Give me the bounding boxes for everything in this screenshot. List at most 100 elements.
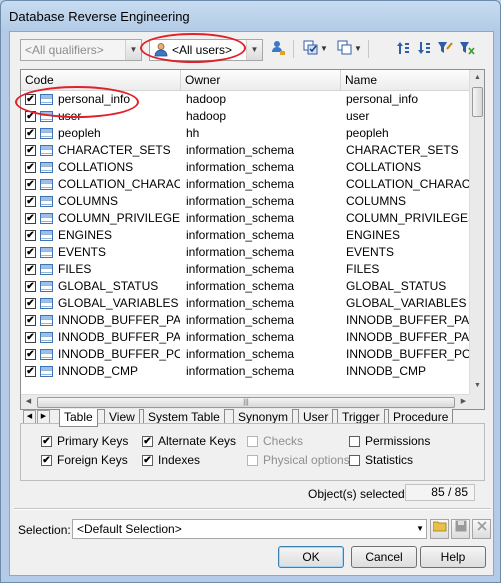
selection-combo[interactable]: <Default Selection> ▼ — [72, 519, 427, 539]
column-header-owner[interactable]: Owner — [181, 70, 341, 91]
checkbox[interactable]: ✔ — [142, 436, 153, 447]
table-icon — [40, 315, 53, 326]
row-checkbox[interactable]: ✔ — [25, 94, 36, 105]
checkbox[interactable]: ✔ — [41, 455, 52, 466]
table-row[interactable]: ✔ COLUMNS information_schema COLUMNS — [21, 193, 471, 210]
table-row[interactable]: ✔ EVENTS information_schema EVENTS — [21, 244, 471, 261]
cell-code: GLOBAL_STATUS — [58, 279, 159, 293]
chevron-down-icon[interactable]: ▼ — [125, 40, 141, 60]
row-checkbox[interactable]: ✔ — [25, 162, 36, 173]
table-row[interactable]: ✔ GLOBAL_STATUS information_schema GLOBAL_S… — [21, 278, 471, 295]
clear-filter-icon[interactable] — [458, 40, 476, 58]
row-checkbox[interactable]: ✔ — [25, 349, 36, 360]
table-row[interactable]: ✔ ENGINES information_schema ENGINES — [21, 227, 471, 244]
cell-owner: information_schema — [186, 330, 295, 344]
table-row[interactable]: ✔ INNODB_BUFFER_PA... information_schema IN… — [21, 312, 471, 329]
scroll-down-icon[interactable]: ▼ — [470, 378, 484, 394]
cell-owner: information_schema — [186, 245, 295, 259]
table-row[interactable]: ✔ INNODB_BUFFER_PA... information_schema IN… — [21, 329, 471, 346]
cell-owner: information_schema — [186, 262, 295, 276]
table-row[interactable]: ✔ COLLATIONS information_schema COLLATIONS — [21, 159, 471, 176]
table-row[interactable]: ✔ peopleh hh peopleh — [21, 125, 471, 142]
table-icon — [40, 128, 53, 139]
scroll-up-icon[interactable]: ▲ — [470, 70, 484, 86]
chevron-down-icon[interactable]: ▼ — [416, 520, 424, 538]
column-header-code[interactable]: Code — [21, 70, 181, 91]
window-title: Database Reverse Engineering — [9, 9, 190, 24]
cell-owner: information_schema — [186, 177, 295, 191]
checkbox[interactable] — [349, 455, 360, 466]
selection-label: Selection: — [18, 523, 71, 537]
cell-name: ENGINES — [346, 228, 401, 242]
table-row[interactable]: ✔ user hadoop user — [21, 108, 471, 125]
row-checkbox[interactable]: ✔ — [25, 247, 36, 258]
qualifier-combo[interactable]: <All qualifiers> ▼ — [20, 39, 142, 61]
table-row[interactable]: ✔ CHARACTER_SETS information_schema CHARACT… — [21, 142, 471, 159]
cell-code: EVENTS — [58, 245, 107, 259]
table-row[interactable]: ✔ GLOBAL_VARIABLES information_schema GLOBA… — [21, 295, 471, 312]
cell-owner: information_schema — [186, 313, 295, 327]
row-checkbox[interactable]: ✔ — [25, 298, 36, 309]
horizontal-scrollbar[interactable]: ◀ ||| ▶ — [21, 394, 471, 409]
row-checkbox[interactable]: ✔ — [25, 196, 36, 207]
select-user-icon[interactable] — [269, 40, 287, 58]
scroll-thumb[interactable]: ||| — [37, 397, 455, 408]
scroll-left-icon[interactable]: ◀ — [21, 394, 36, 409]
row-checkbox[interactable]: ✔ — [25, 281, 36, 292]
save-icon[interactable] — [451, 519, 470, 539]
table-icon — [40, 230, 53, 241]
object-grid[interactable]: Code Owner Name ✔ personal_info hadoop pers… — [20, 69, 485, 410]
chevron-down-icon[interactable]: ▼ — [354, 40, 362, 58]
option-label: Foreign Keys — [57, 453, 128, 467]
row-checkbox[interactable]: ✔ — [25, 213, 36, 224]
table-row[interactable]: ✔ personal_info hadoop personal_info — [21, 91, 471, 108]
checkbox[interactable] — [349, 436, 360, 447]
tab-scroll-left-icon[interactable]: ◀ — [23, 410, 36, 424]
table-row[interactable]: ✔ COLUMN_PRIVILEGES information_schema COLU… — [21, 210, 471, 227]
qualifier-combo-value: <All qualifiers> — [25, 43, 104, 57]
row-checkbox[interactable]: ✔ — [25, 179, 36, 190]
filter-icon[interactable] — [436, 40, 454, 58]
row-checkbox[interactable]: ✔ — [25, 366, 36, 377]
move-down-icon[interactable] — [415, 40, 433, 58]
table-icon — [40, 213, 53, 224]
checkbox[interactable]: ✔ — [41, 436, 52, 447]
chevron-down-icon[interactable]: ▼ — [320, 40, 328, 58]
delete-icon[interactable] — [472, 519, 491, 539]
scroll-thumb[interactable] — [472, 87, 483, 117]
cell-code: CHARACTER_SETS — [58, 143, 171, 157]
cell-owner: information_schema — [186, 364, 295, 378]
row-checkbox[interactable]: ✔ — [25, 128, 36, 139]
cancel-button[interactable]: Cancel — [351, 546, 417, 568]
row-checkbox[interactable]: ✔ — [25, 264, 36, 275]
cell-name: COLLATIONS — [346, 160, 422, 174]
row-checkbox[interactable]: ✔ — [25, 111, 36, 122]
help-button[interactable]: Help — [420, 546, 486, 568]
chevron-down-icon[interactable]: ▼ — [246, 40, 262, 60]
cell-owner: information_schema — [186, 296, 295, 310]
ok-button[interactable]: OK — [278, 546, 344, 568]
vertical-scrollbar[interactable]: ▲ ▼ — [469, 70, 484, 394]
row-checkbox[interactable]: ✔ — [25, 332, 36, 343]
cell-owner: information_schema — [186, 211, 295, 225]
move-up-icon[interactable] — [394, 40, 412, 58]
open-folder-icon[interactable] — [430, 519, 449, 539]
scrollbar-corner — [469, 394, 484, 409]
tab-scroll-right-icon[interactable]: ▶ — [37, 410, 50, 424]
column-header-name[interactable]: Name — [341, 70, 471, 91]
checkbox[interactable]: ✔ — [142, 455, 153, 466]
tab-table[interactable]: Table — [59, 409, 98, 427]
deselect-all-icon[interactable] — [336, 40, 354, 58]
row-checkbox[interactable]: ✔ — [25, 145, 36, 156]
row-checkbox[interactable]: ✔ — [25, 230, 36, 241]
table-row[interactable]: ✔ FILES information_schema FILES — [21, 261, 471, 278]
owner-combo[interactable]: <All users> ▼ — [149, 39, 263, 61]
select-all-icon[interactable] — [302, 40, 320, 58]
table-row[interactable]: ✔ INNODB_CMP information_schema INNODB_CMP — [21, 363, 471, 380]
row-checkbox[interactable]: ✔ — [25, 315, 36, 326]
toolbar: <All qualifiers> ▼ <All users> ▼ ▼ ▼ — [10, 32, 493, 64]
table-row[interactable]: ✔ COLLATION_CHARAC... information_schema CO… — [21, 176, 471, 193]
option-label: Physical options — [263, 453, 350, 467]
table-row[interactable]: ✔ INNODB_BUFFER_PO... information_schema IN… — [21, 346, 471, 363]
cell-code: user — [58, 109, 82, 123]
